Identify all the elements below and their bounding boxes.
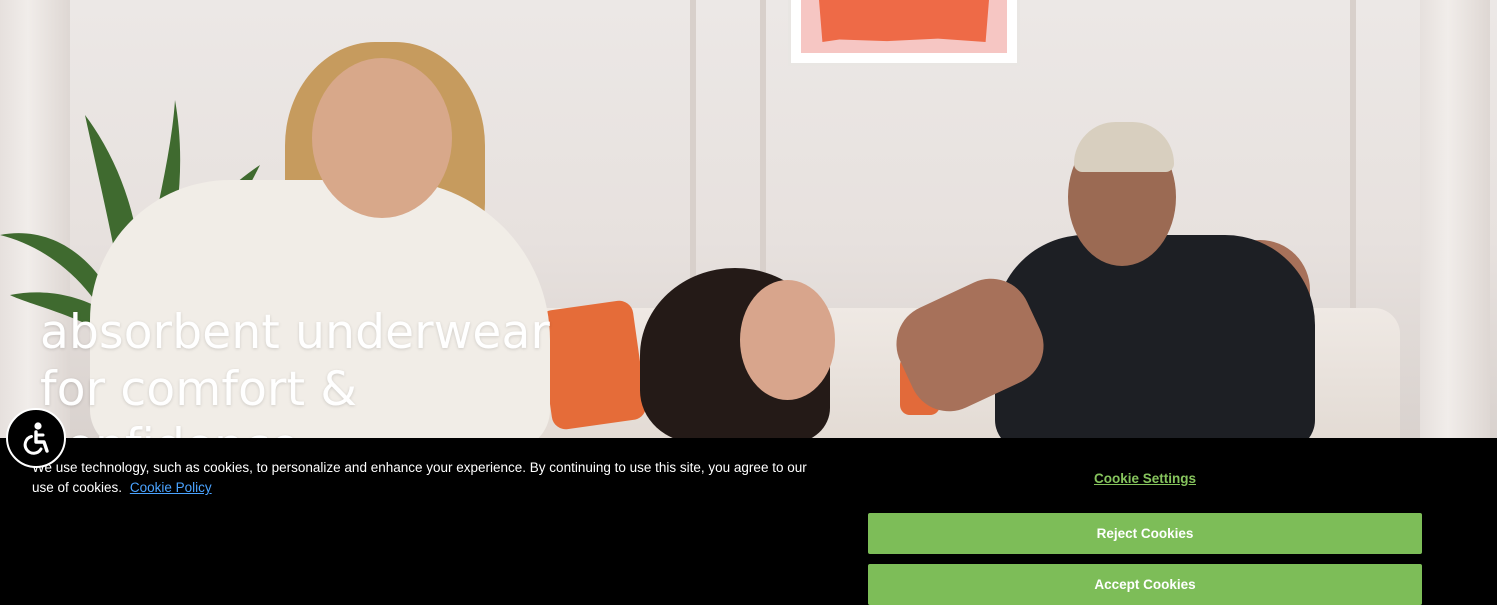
reject-cookies-button[interactable]: Reject Cookies — [868, 513, 1422, 554]
hero-title-line: for comfort & — [40, 362, 358, 417]
wall-art — [788, 0, 1020, 66]
hero-banner: absorbent underwear for comfort & confid… — [0, 0, 1497, 438]
model-face — [740, 280, 835, 400]
hero-title: absorbent underwear for comfort & confid… — [40, 304, 600, 438]
hero-title-line: absorbent underwear — [40, 305, 551, 360]
cookie-policy-link[interactable]: Cookie Policy — [130, 480, 212, 495]
wall-panel — [1420, 0, 1490, 438]
cookie-banner: We use technology, such as cookies, to p… — [0, 438, 1497, 605]
accept-cookies-button[interactable]: Accept Cookies — [868, 564, 1422, 605]
accessibility-button[interactable] — [6, 408, 66, 468]
model-hair — [1074, 122, 1174, 172]
cookie-message: We use technology, such as cookies, to p… — [32, 458, 832, 498]
hero-title-line: confidence — [40, 419, 299, 438]
accessibility-icon — [23, 422, 49, 455]
model-figure — [995, 235, 1315, 438]
model-face — [312, 58, 452, 218]
cookie-settings-link[interactable]: Cookie Settings — [868, 471, 1422, 486]
